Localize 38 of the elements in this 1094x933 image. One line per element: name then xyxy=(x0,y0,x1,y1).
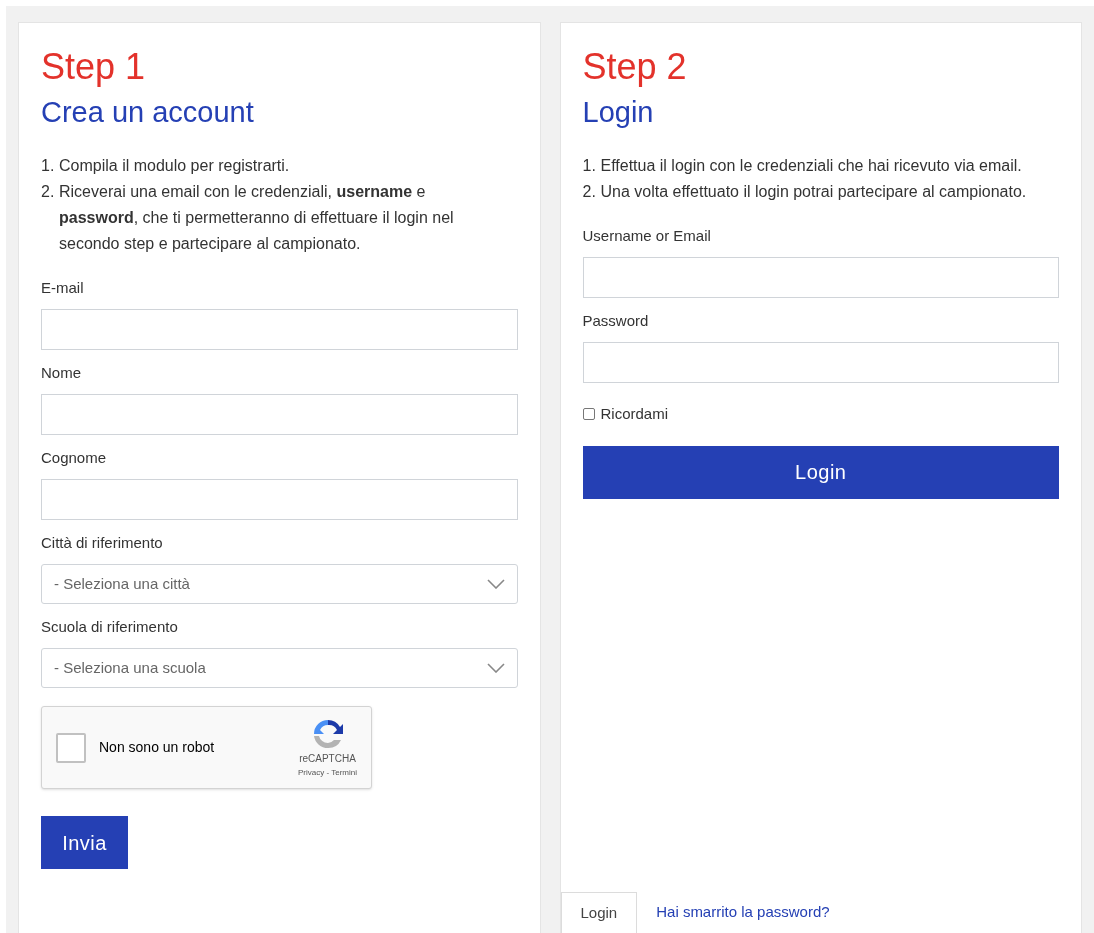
instruction-text: Compila il modulo per registrarti. xyxy=(59,156,290,176)
field-label: E-mail xyxy=(41,278,84,298)
captcha-label: Non sono un robot xyxy=(99,738,216,757)
field-label: Password xyxy=(582,311,649,331)
field-label: Cognome xyxy=(41,448,107,468)
list-number: 2. xyxy=(41,182,56,202)
login-button[interactable]: Login xyxy=(582,445,1059,499)
school-dropdown[interactable]: - Seleziona una scuola xyxy=(41,648,518,688)
input-field[interactable] xyxy=(41,394,518,435)
input-field[interactable] xyxy=(41,479,518,520)
section-title: Crea un account xyxy=(41,95,254,130)
remember-label: Ricordami xyxy=(600,404,668,424)
chevron-down-icon xyxy=(486,663,505,673)
chevron-down-icon xyxy=(486,579,505,589)
step-heading: Step 2 xyxy=(582,45,687,89)
list-number: 2. xyxy=(582,182,597,202)
captcha-links[interactable]: Privacy - Termini xyxy=(298,766,357,779)
instruction-text: Effettua il login con le credenziali che hai ricevuto via email. xyxy=(600,156,1022,176)
captcha-brand: reCAPTCHA xyxy=(299,752,356,765)
remember-checkbox[interactable] xyxy=(582,408,595,421)
field-label: Username or Email xyxy=(582,226,711,246)
field-label: Città di riferimento xyxy=(41,533,163,553)
submit-button[interactable]: Invia xyxy=(41,816,128,869)
instruction-text: Riceverai una email con le credenziali, username e password, che ti permetteranno di effettuare il login nel secondo step e partecipare al campionato. xyxy=(59,182,455,254)
input-field[interactable] xyxy=(41,309,518,350)
input-field[interactable] xyxy=(582,342,1059,383)
lost-password-link[interactable]: Hai smarrito la password? xyxy=(656,892,830,933)
list-number: 1. xyxy=(582,156,597,176)
list-number: 1. xyxy=(41,156,56,176)
field-label: Nome xyxy=(41,363,81,383)
city-dropdown[interactable]: - Seleziona una città xyxy=(41,564,518,604)
captcha-checkbox[interactable] xyxy=(56,732,86,763)
step-heading: Step 1 xyxy=(41,45,146,89)
instruction-text: Una volta effettuato il login potrai partecipare al campionato. xyxy=(600,182,1027,202)
field-label: Scuola di riferimento xyxy=(41,617,178,637)
login-tab[interactable]: Login xyxy=(560,892,638,933)
section-title: Login xyxy=(582,95,654,130)
input-field[interactable] xyxy=(582,257,1059,298)
